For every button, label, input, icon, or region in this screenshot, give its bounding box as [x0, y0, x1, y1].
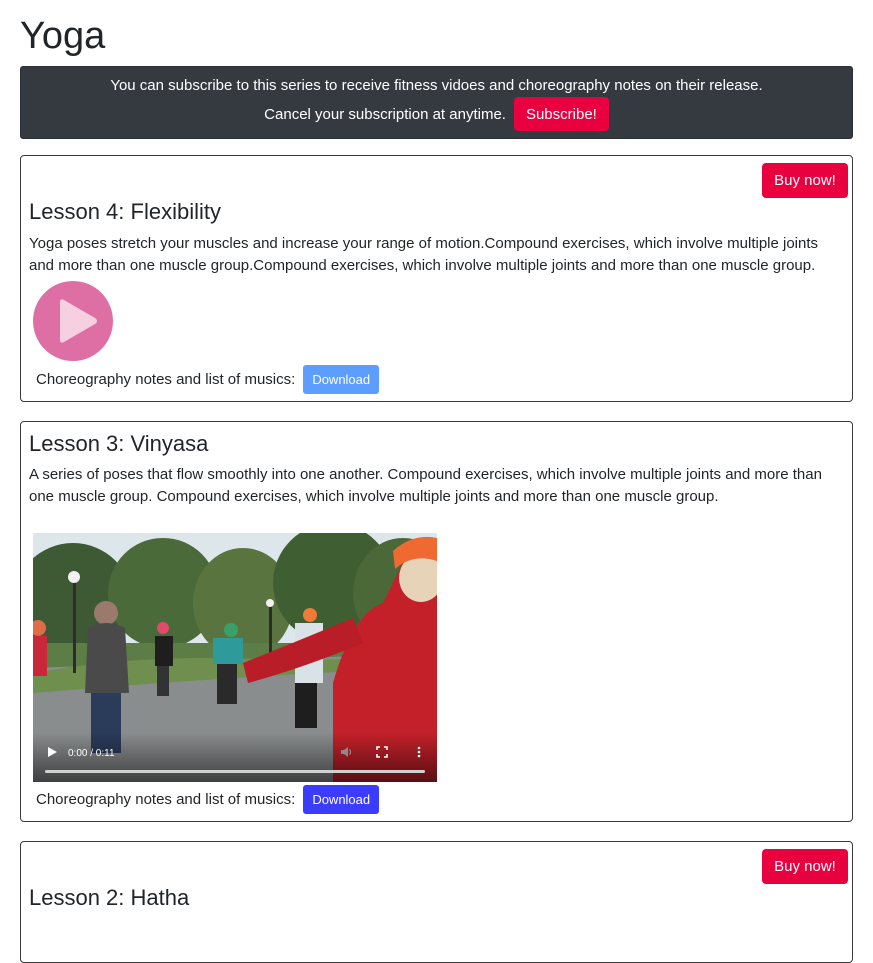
banner-text-line2: Cancel your subscription at anytime.: [264, 105, 506, 123]
subscribe-button[interactable]: Subscribe!: [513, 97, 609, 131]
play-icon[interactable]: [45, 745, 59, 759]
volume-icon[interactable]: [339, 745, 353, 759]
download-button[interactable]: Download: [303, 785, 380, 814]
more-options-icon[interactable]: [412, 745, 426, 759]
lesson-card-3: Lesson 3: Vinyasa A series of poses that…: [20, 421, 853, 822]
choreography-notes-row: Choreography notes and list of musics: D…: [36, 365, 380, 394]
lesson-card-2: Buy now! Lesson 2: Hatha: [20, 841, 853, 963]
choreography-notes-row: Choreography notes and list of musics: D…: [36, 785, 380, 814]
lesson-video-player[interactable]: 0:00 / 0:11: [33, 533, 437, 782]
notes-label: Choreography notes and list of musics:: [36, 371, 296, 388]
buy-now-button[interactable]: Buy now!: [762, 163, 848, 198]
page-title: Yoga: [20, 15, 106, 57]
fullscreen-icon[interactable]: [375, 745, 389, 759]
lesson-title: Lesson 4: Flexibility: [29, 199, 221, 224]
play-icon[interactable]: [33, 281, 113, 361]
download-button[interactable]: Download: [303, 365, 380, 394]
notes-label: Choreography notes and list of musics:: [36, 791, 296, 808]
lesson-description: Yoga poses stretch your muscles and incr…: [29, 235, 819, 274]
buy-now-button[interactable]: Buy now!: [762, 849, 848, 884]
subscription-banner: You can subscribe to this series to rece…: [20, 66, 853, 139]
banner-text-line1: You can subscribe to this series to rece…: [110, 77, 763, 94]
lesson-card-4: Buy now! Lesson 4: Flexibility Yoga pose…: [20, 155, 853, 402]
video-controls: 0:00 / 0:11: [33, 732, 437, 782]
video-progress-bar[interactable]: [45, 770, 425, 773]
lesson-title: Lesson 3: Vinyasa: [29, 431, 209, 456]
video-time: 0:00 / 0:11: [68, 748, 115, 759]
banner-line2: Cancel your subscription at anytime. Sub…: [21, 97, 852, 131]
lesson-description: A series of poses that flow smoothly int…: [29, 466, 822, 505]
lesson-title: Lesson 2: Hatha: [29, 885, 190, 910]
